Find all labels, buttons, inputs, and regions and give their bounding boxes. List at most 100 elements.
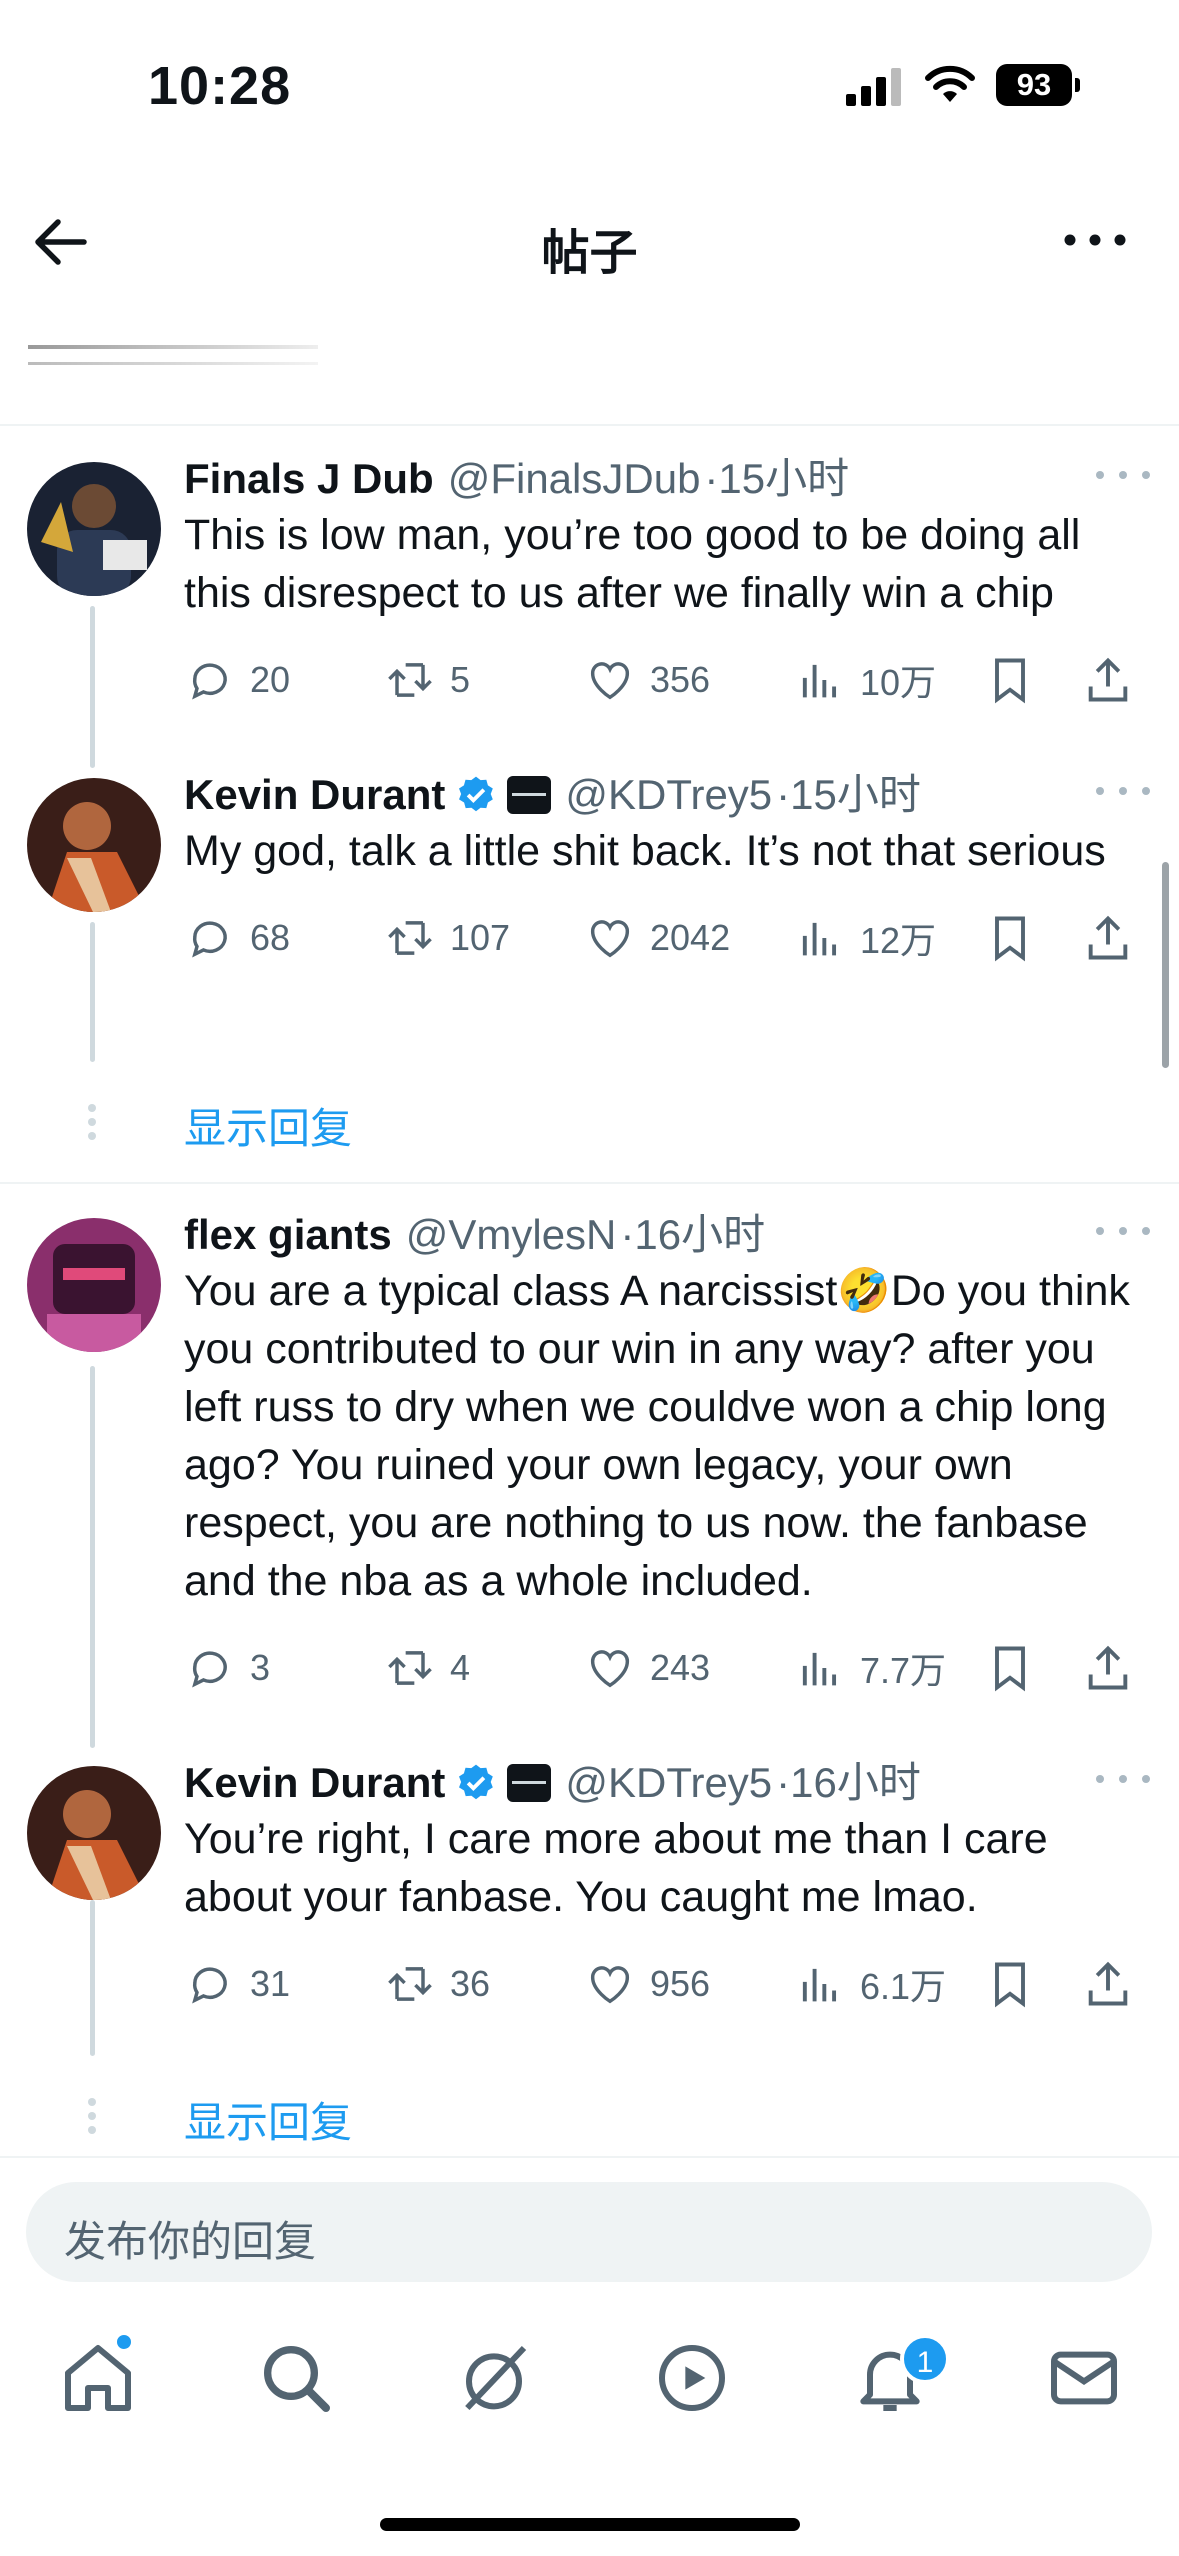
views-icon bbox=[802, 922, 837, 956]
thread-line bbox=[90, 1900, 95, 2056]
views-button[interactable]: 6.1万 bbox=[794, 1954, 946, 2014]
tweet-more-icon[interactable] bbox=[1092, 1216, 1154, 1246]
messages-icon[interactable] bbox=[1044, 2338, 1124, 2418]
verified-badge-icon bbox=[459, 1764, 494, 1800]
tweet[interactable]: flex giants @VmylesN ·16小时 You are a typ… bbox=[184, 1210, 1154, 1708]
more-horizontal-icon[interactable] bbox=[1060, 215, 1130, 265]
divider bbox=[0, 1182, 1179, 1184]
heart-icon bbox=[590, 920, 630, 958]
thread-line bbox=[90, 1366, 95, 1748]
reply-button[interactable]: 20 bbox=[184, 650, 290, 710]
tweet[interactable]: Kevin Durant @KDTrey5 ·15小时 My god, talk… bbox=[184, 770, 1154, 978]
wifi-icon bbox=[925, 65, 975, 102]
divider bbox=[0, 424, 1179, 426]
tweet-text: This is low man, you’re too good to be d… bbox=[184, 511, 1081, 617]
retweet-icon bbox=[388, 663, 432, 697]
views-button[interactable]: 10万 bbox=[794, 650, 936, 710]
truncated-content bbox=[28, 362, 318, 365]
share-button[interactable] bbox=[1082, 1954, 1134, 2014]
heart-icon bbox=[590, 662, 630, 700]
avatar[interactable] bbox=[27, 1218, 161, 1352]
views-button[interactable]: 12万 bbox=[794, 908, 936, 968]
status-bar: 10:28 93 bbox=[0, 0, 1179, 160]
tweet-more-icon[interactable] bbox=[1092, 1764, 1154, 1794]
verified-badge-icon bbox=[459, 776, 494, 812]
reply-input[interactable]: 发布你的回复 bbox=[26, 2182, 1152, 2282]
share-button[interactable] bbox=[1082, 650, 1134, 710]
bookmark-icon bbox=[995, 658, 1025, 704]
affiliate-badge-icon bbox=[507, 776, 552, 814]
tweet[interactable]: Finals J Dub @FinalsJDub ·15小时 This is l… bbox=[184, 454, 1154, 720]
author-name[interactable]: Finals J Dub bbox=[184, 454, 434, 504]
tweet-text: You are a typical class A narcissist🤣Do … bbox=[184, 1267, 1130, 1605]
author-name[interactable]: Kevin Durant bbox=[184, 770, 445, 820]
like-button[interactable]: 956 bbox=[584, 1954, 710, 2014]
post-time: ·16小时 bbox=[776, 1759, 921, 1806]
heart-icon bbox=[590, 1966, 630, 2004]
tweet[interactable]: Kevin Durant @KDTrey5 ·16小时 You’re right… bbox=[184, 1758, 1154, 2024]
tweet-more-icon[interactable] bbox=[1092, 776, 1154, 806]
home-indicator[interactable] bbox=[380, 2518, 800, 2531]
author-handle[interactable]: @FinalsJDub bbox=[448, 454, 701, 504]
divider bbox=[0, 2156, 1179, 2158]
heart-icon bbox=[590, 1650, 630, 1688]
show-replies-link[interactable]: 显示回复 bbox=[184, 2089, 352, 2150]
notification-badge: 1 bbox=[900, 2334, 950, 2384]
cellular-signal-icon bbox=[846, 66, 904, 106]
reply-icon bbox=[192, 1651, 227, 1688]
author-name[interactable]: Kevin Durant bbox=[184, 1758, 445, 1808]
like-button[interactable]: 2042 bbox=[584, 908, 730, 968]
avatar[interactable] bbox=[27, 1766, 161, 1900]
tweet-actions: 3 4 243 7.7万 bbox=[184, 1638, 1154, 1708]
show-replies-link[interactable]: 显示回复 bbox=[184, 1095, 352, 1156]
thread-line bbox=[90, 606, 95, 768]
tweet-actions: 20 5 356 10万 bbox=[184, 650, 1154, 720]
reply-placeholder: 发布你的回复 bbox=[64, 2218, 317, 2265]
affiliate-badge-icon bbox=[507, 1764, 552, 1802]
reply-icon bbox=[192, 921, 227, 958]
views-icon bbox=[802, 664, 837, 698]
reply-button[interactable]: 3 bbox=[184, 1638, 270, 1698]
share-icon bbox=[1088, 915, 1128, 960]
author-handle[interactable]: @KDTrey5 bbox=[565, 770, 772, 820]
top-nav: 帖子 bbox=[0, 185, 1179, 295]
thread-line bbox=[90, 922, 95, 1062]
retweet-button[interactable]: 36 bbox=[384, 1954, 490, 2014]
video-icon[interactable] bbox=[652, 2338, 732, 2418]
bookmark-button[interactable] bbox=[984, 1954, 1036, 2014]
retweet-icon bbox=[388, 1967, 432, 2001]
reply-button[interactable]: 68 bbox=[184, 908, 290, 968]
like-button[interactable]: 356 bbox=[584, 650, 710, 710]
share-button[interactable] bbox=[1082, 908, 1134, 968]
views-icon bbox=[802, 1968, 837, 2002]
avatar[interactable] bbox=[27, 778, 161, 912]
author-name[interactable]: flex giants bbox=[184, 1210, 392, 1260]
search-icon[interactable] bbox=[256, 2338, 336, 2418]
retweet-icon bbox=[388, 921, 432, 955]
author-handle[interactable]: @KDTrey5 bbox=[565, 1758, 772, 1808]
retweet-button[interactable]: 5 bbox=[384, 650, 470, 710]
status-time: 10:28 bbox=[148, 56, 292, 116]
reply-icon bbox=[192, 1967, 227, 2004]
bookmark-button[interactable] bbox=[984, 908, 1036, 968]
share-button[interactable] bbox=[1082, 1638, 1134, 1698]
author-handle[interactable]: @VmylesN bbox=[406, 1210, 617, 1260]
bookmark-button[interactable] bbox=[984, 650, 1036, 710]
thread-dots-icon bbox=[88, 1098, 98, 1146]
page-title: 帖子 bbox=[541, 227, 638, 280]
bottom-tab-bar bbox=[0, 2310, 1179, 2450]
home-unread-dot bbox=[114, 2332, 134, 2352]
grok-icon[interactable] bbox=[454, 2338, 534, 2418]
views-icon bbox=[802, 1652, 837, 1686]
retweet-button[interactable]: 107 bbox=[384, 908, 510, 968]
tweet-more-icon[interactable] bbox=[1092, 460, 1154, 490]
like-button[interactable]: 243 bbox=[584, 1638, 710, 1698]
retweet-button[interactable]: 4 bbox=[384, 1638, 470, 1698]
tweet-text: My god, talk a little shit back. It’s no… bbox=[184, 827, 1106, 875]
views-button[interactable]: 7.7万 bbox=[794, 1638, 946, 1698]
post-time: ·15小时 bbox=[776, 771, 921, 818]
scrollbar[interactable] bbox=[1162, 862, 1169, 1068]
bookmark-button[interactable] bbox=[984, 1638, 1036, 1698]
reply-button[interactable]: 31 bbox=[184, 1954, 290, 2014]
avatar[interactable] bbox=[27, 462, 161, 596]
